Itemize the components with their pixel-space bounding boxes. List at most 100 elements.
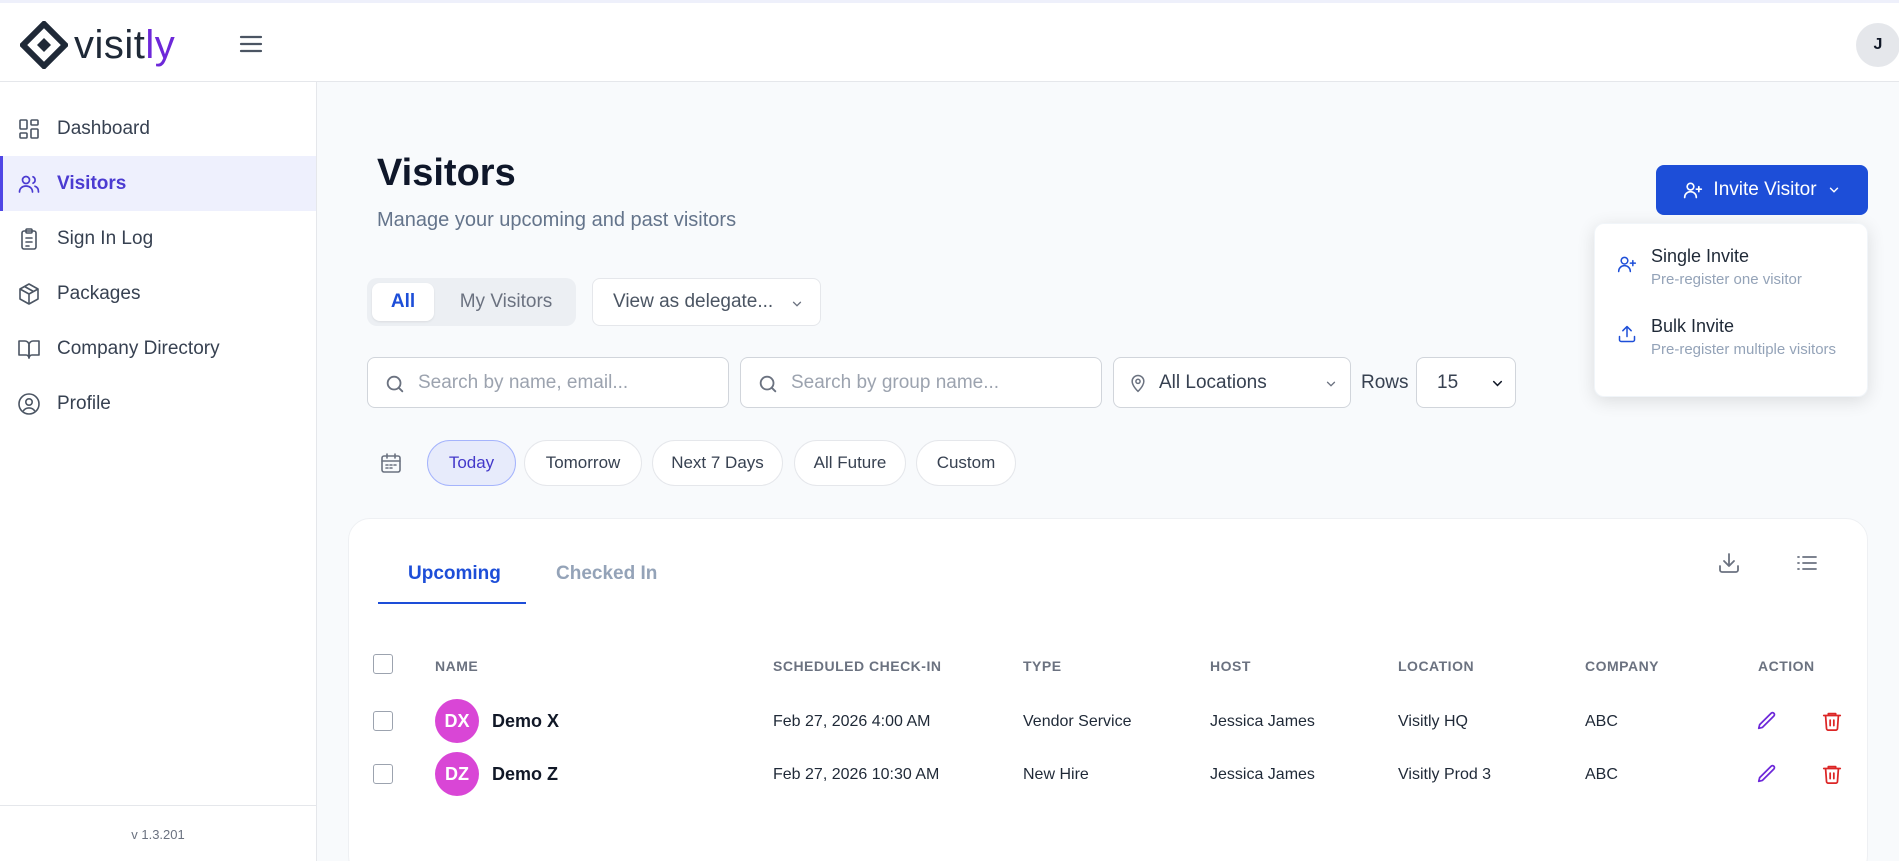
users-icon <box>18 175 40 193</box>
app-version: v 1.3.201 <box>131 827 185 842</box>
company-name: ABC <box>1585 713 1618 730</box>
chevron-down-icon <box>1829 187 1838 193</box>
download-icon[interactable] <box>1717 551 1741 575</box>
dashboard-icon <box>19 118 39 139</box>
scheduled-check-in: Feb 27, 2026 4:00 AM <box>773 713 931 730</box>
bulk-invite-description: Pre-register multiple visitors <box>1651 341 1837 358</box>
upload-icon <box>1618 325 1636 343</box>
sidebar-divider <box>0 805 316 806</box>
search-name-input[interactable]: Search by name, email... <box>367 357 729 408</box>
column-list-icon[interactable] <box>1795 551 1819 575</box>
invite-visitor-label: Invite Visitor <box>1713 179 1817 200</box>
avatar: DZ <box>435 752 479 796</box>
location-name: Visitly Prod 3 <box>1398 766 1492 783</box>
bulk-invite-option[interactable]: Bulk Invite Pre-register multiple visito… <box>1595 316 1869 359</box>
sidebar-item-label: Visitors <box>57 172 127 194</box>
date-chip-today[interactable]: Today <box>427 440 516 486</box>
search-group-placeholder: Search by group name... <box>791 371 1000 393</box>
sidebar-item-label: Company Directory <box>57 337 220 359</box>
package-icon <box>19 282 39 305</box>
avatar: DX <box>435 699 479 743</box>
sidebar-item-company-directory[interactable]: Company Directory <box>0 321 316 376</box>
user-circle-icon <box>18 392 40 415</box>
date-chip-all-future[interactable]: All Future <box>794 440 906 486</box>
user-plus-icon <box>1617 256 1637 273</box>
bulk-invite-title: Bulk Invite <box>1651 316 1735 336</box>
sidebar-item-label: Dashboard <box>57 117 150 139</box>
scope-all-button[interactable]: All <box>372 283 434 321</box>
visitor-name[interactable]: Demo Z <box>492 764 558 785</box>
map-pin-icon <box>1131 374 1145 393</box>
user-avatar[interactable]: J <box>1856 23 1899 67</box>
tab-upcoming[interactable]: Upcoming <box>408 563 501 585</box>
column-header-scheduled-check-in: SCHEDULED CHECK-IN <box>773 658 942 674</box>
host-name: Jessica James <box>1210 766 1315 783</box>
edit-icon[interactable] <box>1756 763 1778 785</box>
column-header-host: HOST <box>1210 658 1251 674</box>
invite-visitor-button[interactable]: Invite Visitor <box>1656 165 1868 215</box>
visitly-logo[interactable]: visitly <box>20 21 175 69</box>
tab-checked-in[interactable]: Checked In <box>556 563 657 585</box>
sidebar-item-dashboard[interactable]: Dashboard <box>0 101 316 156</box>
rows-value: 15 <box>1437 371 1459 393</box>
column-header-location: LOCATION <box>1398 658 1475 674</box>
sidebar-item-label: Profile <box>57 392 111 414</box>
visitor-name[interactable]: Demo X <box>492 711 559 732</box>
search-icon <box>386 375 404 393</box>
chevron-down-icon <box>792 301 802 307</box>
sidebar-item-label: Sign In Log <box>57 227 154 249</box>
active-tab-indicator <box>378 602 526 604</box>
location-value: All Locations <box>1159 371 1267 393</box>
chevron-down-icon <box>1326 381 1336 387</box>
date-chip-tomorrow[interactable]: Tomorrow <box>524 440 642 486</box>
sidebar-item-visitors[interactable]: Visitors <box>0 156 316 211</box>
date-chip-custom[interactable]: Custom <box>916 440 1016 486</box>
rows-per-page-select[interactable]: 15 <box>1416 357 1516 408</box>
rows-label: Rows <box>1361 372 1409 393</box>
visit-type: Vendor Service <box>1023 713 1132 730</box>
sidebar-item-label: Packages <box>57 282 141 304</box>
sidebar-nav: Dashboard Visitors Sign In Log Packages … <box>0 82 317 861</box>
calendar-icon[interactable] <box>379 451 403 475</box>
scope-my-visitors-button[interactable]: My Visitors <box>445 283 567 321</box>
column-header-action: ACTION <box>1758 658 1815 674</box>
scheduled-check-in: Feb 27, 2026 10:30 AM <box>773 766 940 783</box>
location-name: Visitly HQ <box>1398 713 1468 730</box>
delete-icon[interactable] <box>1821 710 1843 732</box>
menu-toggle-icon[interactable] <box>238 31 264 57</box>
edit-icon[interactable] <box>1756 710 1778 732</box>
page-subtitle: Manage your upcoming and past visitors <box>377 209 737 231</box>
single-invite-title: Single Invite <box>1651 246 1750 266</box>
location-select[interactable]: All Locations <box>1113 357 1351 408</box>
visitor-scope-toggle: All My Visitors <box>367 278 576 326</box>
column-header-name: NAME <box>435 658 479 674</box>
company-name: ABC <box>1585 766 1618 783</box>
single-invite-option[interactable]: Single Invite Pre-register one visitor <box>1595 246 1869 289</box>
sidebar-item-packages[interactable]: Packages <box>0 266 316 321</box>
column-header-company: COMPANY <box>1585 658 1660 674</box>
chevron-down-icon <box>1492 380 1503 387</box>
book-icon <box>18 339 40 359</box>
single-invite-description: Pre-register one visitor <box>1651 271 1802 288</box>
logo-diamond-icon <box>20 21 68 69</box>
logo-text: visitly <box>74 23 176 67</box>
invite-dropdown-menu: Single Invite Pre-register one visitor B… <box>1594 223 1868 397</box>
page-title: Visitors <box>377 152 516 194</box>
select-all-checkbox[interactable] <box>373 654 393 674</box>
delegate-placeholder: View as delegate... <box>613 291 774 312</box>
sidebar-item-profile[interactable]: Profile <box>0 376 316 431</box>
user-plus-icon <box>1684 182 1703 199</box>
search-group-input[interactable]: Search by group name... <box>740 357 1102 408</box>
host-name: Jessica James <box>1210 713 1315 730</box>
delete-icon[interactable] <box>1821 763 1843 785</box>
column-header-type: TYPE <box>1023 658 1062 674</box>
sidebar-item-sign-in-log[interactable]: Sign In Log <box>0 211 316 266</box>
row-checkbox[interactable] <box>373 711 393 731</box>
view-as-delegate-select[interactable]: View as delegate... <box>592 278 821 326</box>
row-checkbox[interactable] <box>373 764 393 784</box>
date-chip-next-7-days[interactable]: Next 7 Days <box>652 440 783 486</box>
top-bar: visitly J <box>0 0 1899 82</box>
clipboard-icon <box>21 227 37 250</box>
visit-type: New Hire <box>1023 766 1089 783</box>
search-name-placeholder: Search by name, email... <box>418 371 629 393</box>
